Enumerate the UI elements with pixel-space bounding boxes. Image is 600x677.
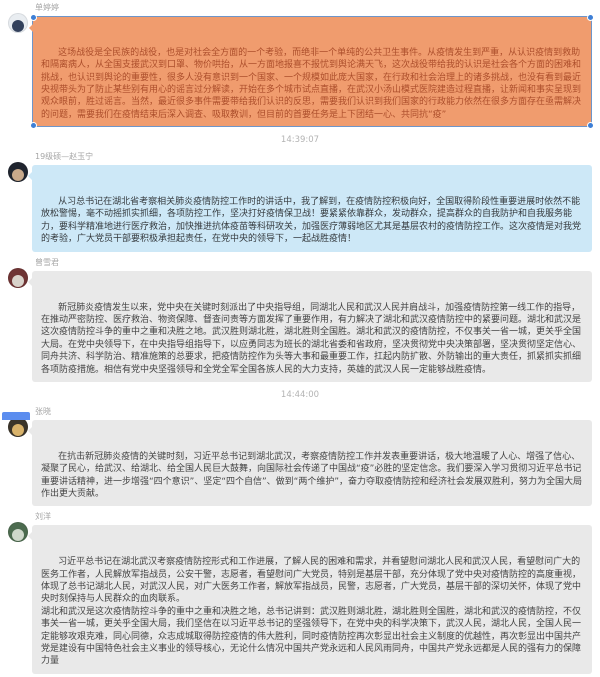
user-avatar[interactable] bbox=[8, 13, 28, 33]
message-text: 这场战役是全民族的战役，也是对社会全方面的一个考验，而绝非一个单纯的公共卫生事件… bbox=[41, 47, 582, 120]
avatar-image bbox=[12, 274, 24, 287]
bubble-tail-icon bbox=[28, 172, 32, 181]
message-body: 19级硕—赵玉宁 从习总书记在湖北省考察相关肺炎疫情防控工作时的讲话中，我了解到… bbox=[28, 151, 594, 252]
timestamp: 14:39:07 bbox=[280, 135, 320, 146]
selection-handle[interactable] bbox=[587, 14, 594, 21]
bubble-tail-icon bbox=[28, 277, 32, 286]
user-avatar[interactable] bbox=[8, 522, 28, 543]
selection-handle[interactable] bbox=[587, 122, 594, 130]
selection-handle[interactable] bbox=[30, 122, 37, 130]
avatar-image bbox=[12, 169, 24, 182]
chat-message: 曾雪君 新冠肺炎疫情发生以来，党中央在关键时刻派出了中央指导组，同湖北人民和武汉… bbox=[0, 255, 600, 385]
avatar-image bbox=[12, 529, 24, 542]
sender-name: 单婷婷 bbox=[35, 3, 59, 12]
message-body: 单婷婷 这场战役是全民族的战役，也是对社会全方面的一个考验，而绝非一个单纯的公共… bbox=[29, 2, 594, 130]
message-body: 刘洋 习近平总书记在湖北武汉考察疫情防控形式和工作进展，了解人民的困难和需求，并… bbox=[28, 511, 594, 674]
bubble-tail-icon bbox=[28, 532, 32, 541]
message-text: 新冠肺炎疫情发生以来，党中央在关键时刻派出了中央指导组，同湖北人民和武汉人民并肩… bbox=[41, 302, 582, 375]
sender-name: 19级硕—赵玉宁 bbox=[35, 152, 94, 162]
avatar-image bbox=[12, 423, 24, 436]
message-text: 从习总书记在湖北省考察相关肺炎疫情防控工作时的讲话中，我了解到，在疫情防控积极向… bbox=[41, 197, 582, 245]
message-body: 曾雪君 新冠肺炎疫情发生以来，党中央在关键时刻派出了中央指导组，同湖北人民和武汉… bbox=[28, 257, 594, 382]
chat-message: 刘洋 习近平总书记在湖北武汉考察疫情防控形式和工作进展，了解人民的困难和需求，并… bbox=[0, 509, 600, 676]
sender-name: 刘洋 bbox=[35, 512, 51, 522]
selection-handle[interactable] bbox=[30, 14, 37, 21]
chat-feed: 单婷婷 这场战役是全民族的战役，也是对社会全方面的一个考验，而绝非一个单纯的公共… bbox=[0, 0, 600, 677]
bubble-tail-icon bbox=[29, 24, 33, 32]
message-bubble[interactable]: 习近平总书记在湖北武汉考察疫情防控形式和工作进展，了解人民的困难和需求，并看望慰… bbox=[28, 525, 592, 674]
message-bubble[interactable]: 新冠肺炎疫情发生以来，党中央在关键时刻派出了中央指导组，同湖北人民和武汉人民并肩… bbox=[28, 270, 592, 382]
message-bubble[interactable]: 在抗击新冠肺炎疫情的关键时刻，习近平总书记到湖北武汉，考察疫情防控工作并发表重要… bbox=[28, 419, 592, 507]
sender-name: 曾雪君 bbox=[35, 257, 59, 267]
bubble-tail-icon bbox=[28, 426, 32, 435]
timestamp: 14:44:00 bbox=[280, 389, 320, 400]
message-body: 张晓 在抗击新冠肺炎疫情的关键时刻，习近平总书记到湖北武汉，考察疫情防控工作并发… bbox=[28, 406, 594, 507]
user-avatar[interactable] bbox=[8, 162, 28, 183]
sender-name: 张晓 bbox=[35, 406, 51, 416]
user-avatar[interactable] bbox=[8, 267, 28, 288]
chat-message: 单婷婷 这场战役是全民族的战役，也是对社会全方面的一个考验，而绝非一个单纯的公共… bbox=[0, 0, 600, 130]
message-bubble[interactable]: 从习总书记在湖北省考察相关肺炎疫情防控工作时的讲话中，我了解到，在疫情防控积极向… bbox=[28, 165, 592, 252]
avatar-image bbox=[12, 20, 24, 32]
chat-message: 19级硕—赵玉宁 从习总书记在湖北省考察相关肺炎疫情防控工作时的讲话中，我了解到… bbox=[0, 149, 600, 254]
message-text: 习近平总书记在湖北武汉考察疫情防控形式和工作进展，了解人民的困难和需求，并看望慰… bbox=[41, 557, 582, 667]
bottom-left-badge[interactable] bbox=[2, 412, 30, 420]
message-bubble[interactable]: 这场战役是全民族的战役，也是对社会全方面的一个考验，而绝非一个单纯的公共卫生事件… bbox=[29, 14, 594, 130]
message-text: 在抗击新冠肺炎疫情的关键时刻，习近平总书记到湖北武汉，考察疫情防控工作并发表重要… bbox=[41, 451, 582, 499]
